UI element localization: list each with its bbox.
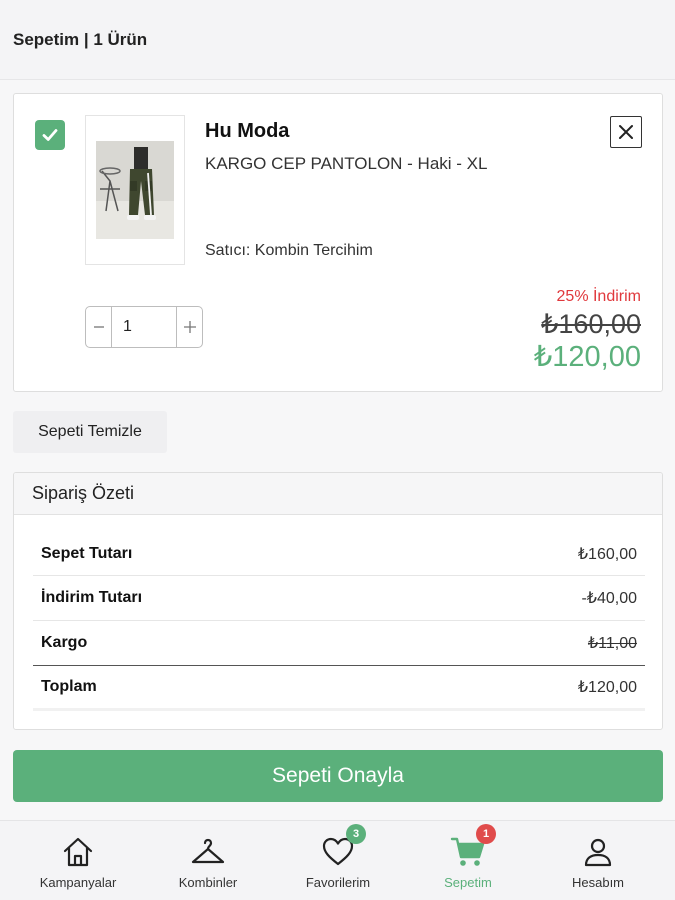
nav-item-kombinler[interactable]: Kombinler [143, 821, 273, 900]
quantity-stepper: 1 [85, 306, 203, 348]
nav-label: Favorilerim [305, 875, 371, 890]
user-icon [580, 834, 616, 870]
home-icon [60, 834, 96, 870]
nav-label: Sepetim [444, 875, 492, 890]
summary-row-shipping: Kargo ₺11,00 [33, 621, 645, 666]
close-icon [619, 125, 633, 139]
plus-icon [183, 321, 196, 333]
discount-label: 25% İndirim [556, 288, 641, 305]
seller-name: Satıcı: Kombin Tercihim [205, 242, 373, 259]
increase-quantity-button[interactable] [176, 307, 202, 347]
product-photo [96, 141, 174, 239]
summary-value: -₺40,00 [581, 590, 637, 607]
hanger-icon [190, 834, 226, 870]
summary-label: İndirim Tutarı [41, 589, 143, 606]
summary-row-discount: İndirim Tutarı -₺40,00 [33, 576, 645, 621]
summary-row-total: Toplam ₺120,00 [33, 666, 645, 711]
app-header: Sepetim | 1 Ürün [0, 0, 675, 80]
remove-item-button[interactable] [610, 116, 642, 148]
decrease-quantity-button[interactable] [86, 307, 112, 347]
favorites-count-badge: 3 [346, 824, 366, 844]
minus-icon [93, 326, 104, 328]
nav-item-kampanyalar[interactable]: Kampanyalar [13, 821, 143, 900]
brand-name: Hu Moda [205, 120, 290, 142]
new-price: ₺120,00 [533, 341, 641, 373]
product-thumbnail[interactable] [85, 115, 185, 265]
confirm-cart-button[interactable]: Sepeti Onayla [13, 750, 663, 802]
check-icon [42, 129, 58, 141]
nav-item-hesabim[interactable]: Hesabım [533, 821, 663, 900]
cart-icon: 1 [450, 824, 496, 870]
summary-rows: Sepet Tutarı ₺160,00 İndirim Tutarı -₺40… [33, 533, 645, 711]
page-title: Sepetim | 1 Ürün [13, 30, 148, 49]
old-price: ₺160,00 [541, 309, 641, 339]
summary-value: ₺120,00 [577, 679, 637, 696]
product-image [96, 141, 174, 239]
nav-label: Kombinler [178, 875, 238, 890]
heart-icon: 3 [320, 824, 366, 870]
nav-item-sepetim[interactable]: 1 Sepetim [403, 821, 533, 900]
nav-label: Hesabım [571, 875, 625, 890]
summary-value: ₺11,00 [587, 635, 637, 652]
nav-item-favorilerim[interactable]: 3 Favorilerim [273, 821, 403, 900]
summary-value: ₺160,00 [577, 546, 637, 563]
nav-label: Kampanyalar [39, 875, 117, 890]
summary-row-cart-total: Sepet Tutarı ₺160,00 [33, 533, 645, 576]
cart-count-badge: 1 [476, 824, 496, 844]
summary-label: Kargo [41, 634, 88, 651]
clear-cart-button[interactable]: Sepeti Temizle [13, 411, 167, 453]
bottom-navigation: Kampanyalar Kombinler 3 Favorilerim 1 Se… [0, 820, 675, 900]
quantity-input[interactable]: 1 [112, 307, 174, 347]
product-name[interactable]: KARGO CEP PANTOLON - Haki - XL [205, 154, 487, 174]
order-summary-title: Sipariş Özeti [14, 473, 662, 515]
order-summary: Sipariş Özeti Sepet Tutarı ₺160,00 İndir… [13, 472, 663, 730]
summary-label: Sepet Tutarı [41, 545, 133, 562]
summary-label: Toplam [41, 678, 97, 695]
item-select-checkbox[interactable] [35, 120, 65, 150]
cart-item-card: Hu Moda KARGO CEP PANTOLON - Haki - XL S… [13, 93, 663, 392]
